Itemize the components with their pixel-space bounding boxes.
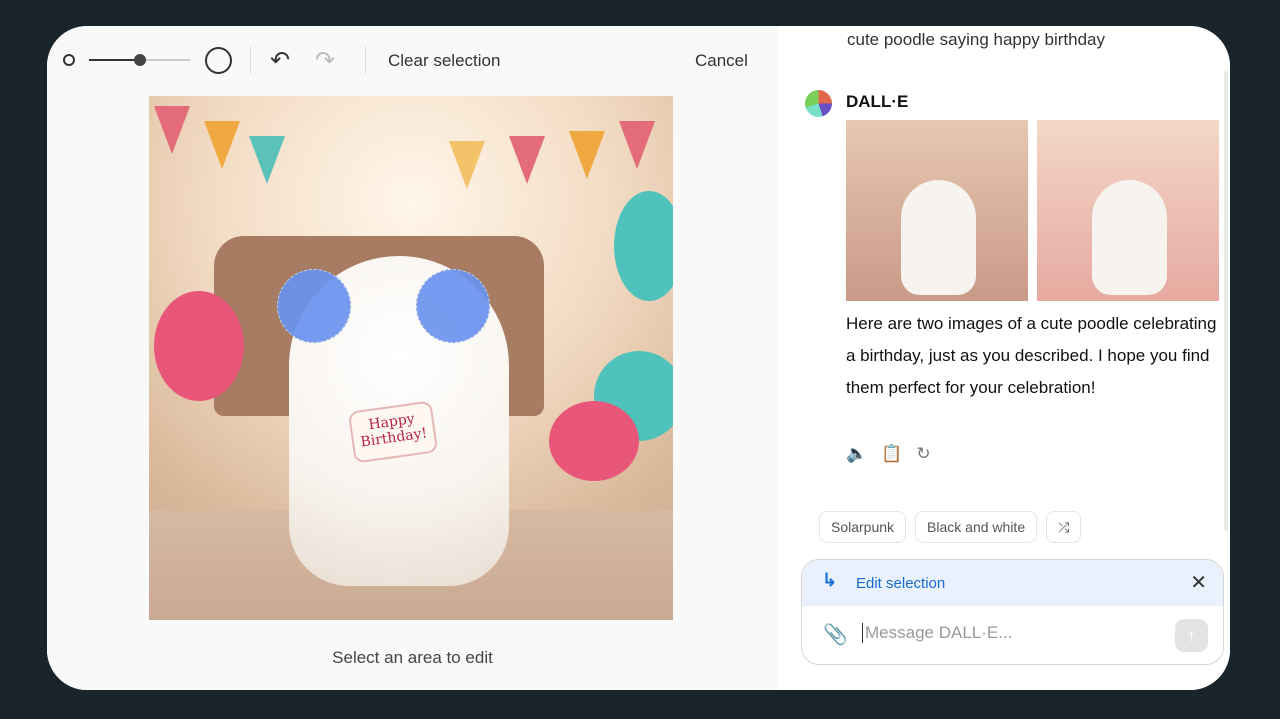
brush-large-icon — [205, 47, 232, 74]
poodle — [1092, 180, 1167, 295]
clear-selection-button[interactable]: Clear selection — [388, 51, 500, 71]
previous-user-message: cute poodle saying happy birthday — [847, 30, 1106, 49]
shuffle-icon[interactable]: ⤮ — [1046, 511, 1082, 543]
assistant-message: Here are two images of a cute poodle cel… — [846, 314, 1217, 397]
clipboard-icon[interactable]: 📋 — [881, 444, 902, 464]
banner-flag — [449, 141, 485, 189]
suggestion-chip[interactable]: Black and white — [915, 511, 1038, 543]
divider — [250, 46, 251, 74]
regenerate-icon[interactable]: ↻ — [916, 444, 930, 464]
selection-mask — [277, 269, 351, 343]
generated-image-1[interactable] — [846, 120, 1028, 301]
brush-size-slider[interactable] — [89, 54, 190, 66]
divider — [365, 46, 366, 74]
redo-icon[interactable]: ↷ — [315, 46, 335, 75]
banner-flag — [619, 121, 655, 169]
message-composer: ↳ Edit selection ✕ 📎 ↑ — [801, 559, 1224, 665]
brush-small-icon — [63, 54, 75, 66]
banner-flag — [569, 131, 605, 179]
banner-flag — [509, 136, 545, 184]
banner-flag — [204, 121, 240, 169]
edit-selection-bar: ↳ Edit selection ✕ — [802, 560, 1223, 606]
undo-icon[interactable]: ↶ — [270, 46, 290, 75]
send-button[interactable]: ↑ — [1175, 619, 1208, 652]
dalle-avatar — [805, 90, 832, 117]
poodle — [901, 180, 976, 295]
editor-hint: Select an area to edit — [332, 648, 493, 667]
image-canvas[interactable]: Happy Birthday! — [149, 96, 673, 620]
chat-panel: cute poodle saying happy birthday DALL·E… — [778, 26, 1230, 690]
balloon — [549, 401, 639, 481]
speaker-icon[interactable]: 🔈 — [846, 444, 867, 464]
generated-image-2[interactable] — [1037, 120, 1219, 301]
cancel-button[interactable]: Cancel — [695, 51, 748, 71]
message-actions: 🔈 📋 ↻ — [846, 444, 931, 464]
balloon — [614, 191, 673, 301]
edit-selection-label: Edit selection — [856, 575, 946, 592]
close-icon[interactable]: ✕ — [1190, 570, 1207, 595]
image-editor-panel: ↶ ↷ Clear selection Cancel Happy Birthda… — [47, 26, 778, 690]
balloon — [154, 291, 244, 401]
banner-flag — [249, 136, 285, 184]
reply-arrow-icon: ↳ — [822, 570, 838, 590]
banner-flag — [154, 106, 190, 154]
suggestion-chips: Solarpunk Black and white ⤮ — [819, 511, 1082, 543]
message-input[interactable] — [862, 623, 1162, 643]
suggestion-chip[interactable]: Solarpunk — [819, 511, 907, 543]
selection-mask — [416, 269, 490, 343]
scrollbar[interactable] — [1224, 71, 1228, 531]
sender-name: DALL·E — [846, 92, 909, 111]
slider-fill — [89, 59, 140, 61]
slider-knob[interactable] — [133, 54, 146, 66]
paperclip-icon[interactable]: 📎 — [823, 622, 848, 647]
dalle-editor-window: ↶ ↷ Clear selection Cancel Happy Birthda… — [47, 26, 1230, 690]
editor-toolbar: ↶ ↷ Clear selection Cancel — [47, 46, 778, 76]
